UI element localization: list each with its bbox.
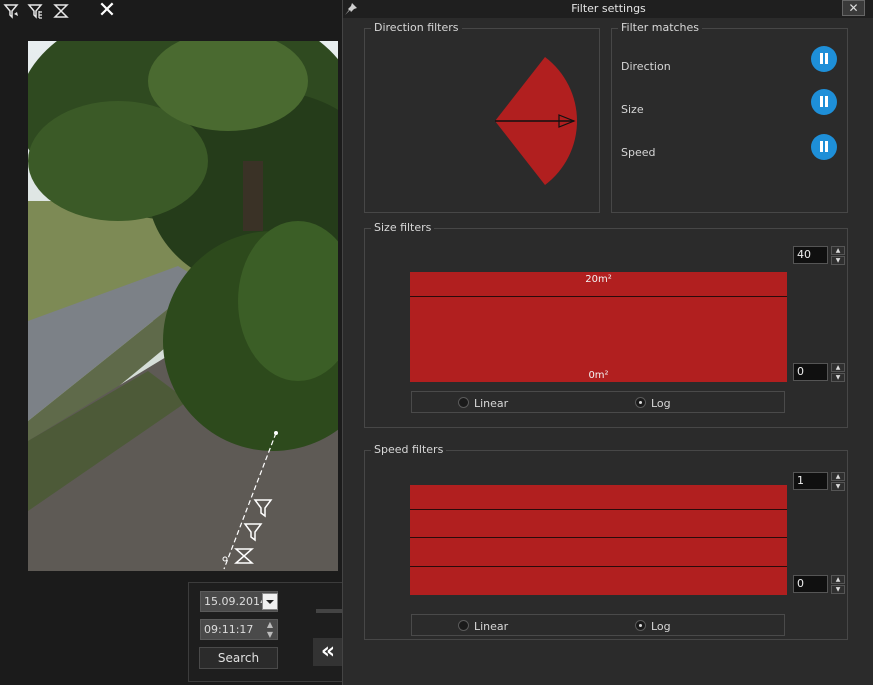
video-panel: ✕ 15.09.2014 09:11:17 ▲ ▼ Search « [0, 0, 343, 685]
close-icon[interactable]: ✕ [96, 0, 118, 22]
time-up-icon[interactable]: ▲ [262, 620, 278, 630]
speed-scale-radio-group: Linear Log [411, 614, 785, 636]
playback-controls: 15.09.2014 09:11:17 ▲ ▼ Search [188, 582, 342, 682]
size-max-down-icon[interactable]: ▼ [831, 256, 845, 265]
speed-min-field[interactable]: 0 [793, 575, 828, 593]
timeline-slider[interactable] [316, 609, 342, 613]
speed-min-down-icon[interactable]: ▼ [831, 585, 845, 594]
size-min-field[interactable]: 0 [793, 363, 828, 381]
size-linear-radio[interactable] [458, 397, 469, 408]
size-bottom-label: 0m² [588, 370, 609, 381]
speed-divider-1 [410, 509, 787, 510]
direction-sector[interactable] [365, 29, 601, 214]
size-min-down-icon[interactable]: ▼ [831, 373, 845, 382]
size-top-label: 20m² [585, 274, 612, 285]
filter-matches-label: Filter matches [618, 21, 703, 34]
speed-divider-3 [410, 566, 787, 567]
speed-match-button[interactable] [811, 134, 837, 160]
size-log-radio[interactable] [635, 397, 646, 408]
direction-filters-label: Direction filters [371, 21, 462, 34]
size-min-up-icon[interactable]: ▲ [831, 363, 845, 372]
dialog-titlebar[interactable]: Filter settings ✕ [343, 0, 873, 18]
speed-linear-label: Linear [474, 620, 509, 633]
size-max-up-icon[interactable]: ▲ [831, 246, 845, 255]
speed-divider-2 [410, 537, 787, 538]
speed-range-box[interactable] [410, 485, 787, 595]
time-down-icon[interactable]: ▼ [262, 630, 278, 640]
size-max-field[interactable]: 40 [793, 246, 828, 264]
direction-match-button[interactable] [811, 46, 837, 72]
match-direction-label: Direction [621, 60, 671, 73]
filter-speed-icon[interactable] [52, 2, 70, 20]
speed-log-radio[interactable] [635, 620, 646, 631]
search-button[interactable]: Search [199, 647, 278, 669]
chevron-down-icon[interactable] [262, 593, 278, 610]
match-speed-label: Speed [621, 146, 656, 159]
size-range-box[interactable]: 20m² 0m² [410, 272, 787, 382]
size-match-button[interactable] [811, 89, 837, 115]
filter-size-icon[interactable] [27, 2, 45, 20]
speed-linear-radio[interactable] [458, 620, 469, 631]
filter-matches-group: Filter matches Direction Size Speed [611, 21, 848, 213]
speed-max-up-icon[interactable]: ▲ [831, 472, 845, 481]
size-scale-radio-group: Linear Log [411, 391, 785, 413]
speed-max-field[interactable]: 1 [793, 472, 828, 490]
rewind-icon[interactable]: « [313, 638, 343, 666]
size-filters-label: Size filters [371, 221, 435, 234]
speed-min-up-icon[interactable]: ▲ [831, 575, 845, 584]
speed-log-label: Log [651, 620, 671, 633]
filter-direction-icon[interactable] [3, 2, 21, 20]
speed-filters-group: Speed filters 1 ▲ ▼ 0 ▲ ▼ Linear Log [364, 443, 848, 640]
size-filters-group: Size filters 20m² 0m² 40 ▲ ▼ 0 ▲ ▼ Linea… [364, 221, 848, 428]
dialog-title: Filter settings [571, 2, 646, 15]
size-divider [410, 296, 787, 297]
app-root: ✕ 15.09.2014 09:11:17 ▲ ▼ Search « Filte… [0, 0, 873, 685]
close-icon[interactable]: ✕ [842, 0, 865, 16]
direction-filters-group: Direction filters [364, 21, 601, 214]
size-log-label: Log [651, 397, 671, 410]
speed-max-down-icon[interactable]: ▼ [831, 482, 845, 491]
size-linear-label: Linear [474, 397, 509, 410]
speed-filters-label: Speed filters [371, 443, 447, 456]
video-toolbar: ✕ [0, 0, 342, 24]
match-size-label: Size [621, 103, 644, 116]
camera-video-frame[interactable] [28, 41, 338, 571]
filter-settings-dialog: Filter settings ✕ Direction filters Filt… [342, 0, 873, 685]
